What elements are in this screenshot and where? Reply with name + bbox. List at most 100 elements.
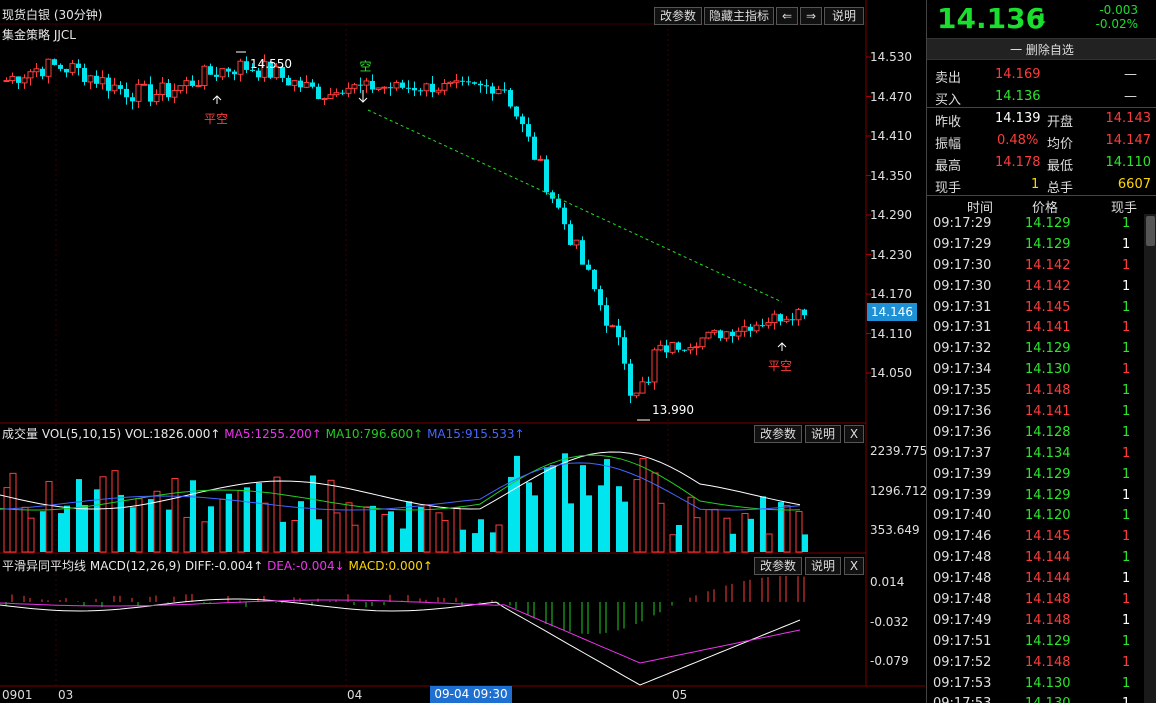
candle-body bbox=[783, 318, 790, 322]
candle-body bbox=[33, 68, 40, 73]
y-tick-label: 14.230 bbox=[870, 248, 912, 262]
volume-pane-title: 成交量 VOL(5,10,15) VOL:1826.000↑ MA5:1255.… bbox=[2, 425, 525, 442]
chart-area[interactable]: 现货白银 (30分钟) 集金策略 JJCL 改参数 隐藏主指标 ⇐ ⇒ 说明 1… bbox=[0, 0, 928, 703]
candle-body bbox=[616, 325, 621, 338]
candle-body bbox=[639, 381, 646, 394]
candle-body bbox=[441, 83, 448, 91]
candle-body bbox=[723, 331, 730, 339]
candle-body bbox=[526, 124, 531, 137]
tick-price: 14.148 bbox=[1025, 612, 1071, 628]
chart-canvas[interactable] bbox=[0, 0, 925, 703]
tick-volume: 1 bbox=[1122, 362, 1131, 378]
candle-body bbox=[520, 116, 525, 125]
candle-body bbox=[303, 81, 310, 88]
volume-bar bbox=[171, 478, 179, 553]
candle-body bbox=[495, 89, 502, 95]
macd-close-icon[interactable]: X bbox=[844, 557, 864, 575]
close-short-signal: 平空 bbox=[204, 112, 229, 126]
y-tick-label: 14.470 bbox=[870, 90, 912, 104]
candle-body bbox=[237, 60, 244, 75]
volume-bar bbox=[99, 476, 107, 553]
volume-bar bbox=[9, 472, 17, 553]
up-arrow-icon bbox=[212, 95, 222, 104]
volume-bar bbox=[208, 506, 214, 552]
edit-params-button[interactable]: 改参数 bbox=[654, 7, 702, 25]
volume-bar bbox=[310, 475, 316, 552]
tick-row: 09:17:46 14.145 1 bbox=[927, 527, 1142, 548]
macd-y-tick: -0.032 bbox=[870, 615, 909, 629]
y-tick-label: 14.050 bbox=[870, 366, 912, 380]
volume-bar bbox=[748, 518, 754, 552]
volume-bar bbox=[27, 517, 35, 553]
candle-body bbox=[58, 64, 63, 69]
candle-body bbox=[628, 363, 633, 396]
volume-bar bbox=[441, 520, 449, 553]
candle-body bbox=[412, 87, 417, 91]
last-price: 14.136 bbox=[937, 2, 1046, 35]
candle-body bbox=[388, 87, 393, 89]
volume-edit-params-button[interactable]: 改参数 bbox=[754, 425, 802, 443]
volume-bar bbox=[135, 498, 143, 553]
tick-row: 09:17:32 14.129 1 bbox=[927, 339, 1142, 360]
volume-bar bbox=[351, 524, 359, 553]
candle-body bbox=[148, 84, 153, 102]
tick-time: 09:17:29 bbox=[933, 216, 992, 231]
candle-body bbox=[286, 77, 291, 86]
volume-bar bbox=[381, 514, 389, 553]
tick-volume: 1 bbox=[1122, 508, 1131, 524]
macd-dea: DEA:-0.004↓ bbox=[267, 559, 345, 573]
candle-body bbox=[375, 87, 382, 91]
volume-bar bbox=[514, 455, 520, 552]
stat-row: 最高 14.178 最低 14.110 bbox=[927, 152, 1156, 174]
tick-time: 09:17:37 bbox=[933, 445, 992, 461]
macd-y-tick: -0.079 bbox=[870, 654, 909, 668]
volume-y-tick: 2239.775 bbox=[870, 444, 928, 458]
candle-body bbox=[393, 82, 400, 89]
tick-price: 14.129 bbox=[1025, 216, 1071, 231]
sell-volume: — bbox=[1124, 67, 1137, 82]
macd-pane-title: 平滑异同平均线 MACD(12,26,9) DIFF:-0.004↑ DEA:-… bbox=[2, 557, 433, 574]
cur-hand: 1 bbox=[1031, 177, 1040, 192]
chart-title: 现货白银 (30分钟) bbox=[2, 8, 103, 22]
candle-body bbox=[718, 330, 723, 339]
macd-edit-params-button[interactable]: 改参数 bbox=[754, 557, 802, 575]
candle-body bbox=[76, 63, 81, 68]
volume-bar bbox=[453, 507, 461, 553]
volume-bar bbox=[333, 512, 341, 553]
volume-bar bbox=[183, 516, 191, 553]
volume-bar bbox=[130, 507, 136, 552]
hide-main-indicator-button[interactable]: 隐藏主指标 bbox=[704, 7, 774, 25]
volume-bar bbox=[478, 519, 484, 552]
volume-bar bbox=[261, 502, 269, 553]
remove-watchlist-button[interactable]: 一 删除自选 bbox=[927, 38, 1156, 60]
scrollbar[interactable] bbox=[1144, 214, 1156, 703]
candle-body bbox=[298, 80, 303, 88]
tick-time: 09:17:39 bbox=[933, 466, 992, 482]
tick-volume: 1 bbox=[1122, 654, 1131, 670]
avg-price: 14.147 bbox=[1105, 133, 1152, 148]
sell-price: 14.169 bbox=[995, 67, 1041, 82]
cur-hand-label: 现手 bbox=[935, 181, 962, 196]
candle-body bbox=[633, 392, 640, 397]
open-label: 开盘 bbox=[1047, 115, 1074, 130]
macd-help-button[interactable]: 说明 bbox=[805, 557, 841, 575]
candle-body bbox=[201, 65, 208, 86]
scrollbar-thumb[interactable] bbox=[1146, 216, 1155, 246]
help-button[interactable]: 说明 bbox=[824, 7, 864, 25]
candle-body bbox=[345, 87, 352, 94]
next-arrow-icon[interactable]: ⇒ bbox=[800, 7, 822, 25]
volume-bar bbox=[765, 533, 773, 553]
tick-price: 14.130 bbox=[1025, 362, 1071, 378]
candle-body bbox=[790, 319, 795, 321]
candle-body bbox=[573, 239, 580, 246]
candle-body bbox=[556, 198, 561, 208]
tick-list[interactable]: 09:17:29 14.129 1 09:17:29 14.129 1 09:17:30 14… bbox=[927, 214, 1142, 703]
candle-body bbox=[771, 313, 778, 324]
tick-volume: 1 bbox=[1122, 299, 1131, 315]
prev-arrow-icon[interactable]: ⇐ bbox=[776, 7, 798, 25]
volume-close-icon[interactable]: X bbox=[844, 425, 864, 443]
short-signal: 空 bbox=[358, 60, 372, 72]
candle-body bbox=[351, 84, 358, 89]
stat-row: 振幅 0.48% 均价 14.147 bbox=[927, 130, 1156, 152]
volume-help-button[interactable]: 说明 bbox=[805, 425, 841, 443]
